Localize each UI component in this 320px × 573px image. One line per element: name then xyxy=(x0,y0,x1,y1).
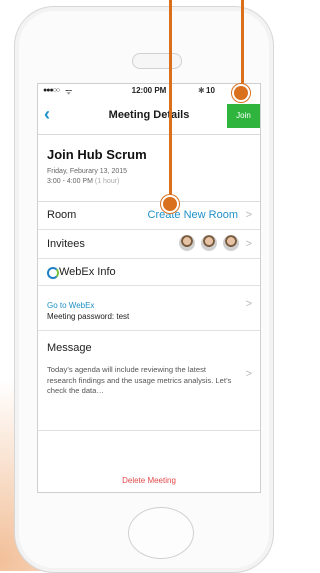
status-time: 12:00 PM xyxy=(131,86,167,95)
invitees-label: Invitees xyxy=(47,238,85,250)
chevron-right-icon: > xyxy=(245,298,252,310)
webex-link[interactable]: Go to WebEx xyxy=(47,301,94,310)
chevron-right-icon: > xyxy=(245,209,252,221)
home-button[interactable] xyxy=(128,507,194,559)
join-button[interactable]: Join xyxy=(227,104,260,128)
message-body: Today’s agenda will include reviewing th… xyxy=(47,365,232,395)
create-room-link[interactable]: Create New Room xyxy=(148,209,238,221)
room-row[interactable]: Room Create New Room > xyxy=(38,201,260,230)
bluetooth-icon: ✱ xyxy=(198,86,205,95)
app-screen: ●●●○○ ᯤ 12:00 PM ✱ 10 ‹ Meeting Details … xyxy=(37,83,261,493)
phone-speaker xyxy=(132,53,182,69)
avatar xyxy=(223,235,239,251)
meeting-date: Friday, Feburary 13, 2015 xyxy=(47,168,128,175)
meeting-summary: Join Hub Scrum Friday, Feburary 13, 2015… xyxy=(38,135,260,202)
meeting-password: Meeting password: test xyxy=(47,312,130,321)
delete-meeting-button[interactable]: Delete Meeting xyxy=(38,476,260,485)
invitees-row[interactable]: Invitees > xyxy=(38,230,260,259)
callout-line xyxy=(241,0,244,88)
webex-icon xyxy=(47,267,59,279)
meeting-title: Join Hub Scrum xyxy=(47,147,147,162)
callout-dot xyxy=(161,195,179,213)
avatar xyxy=(201,235,217,251)
avatar xyxy=(179,235,195,251)
chevron-right-icon: > xyxy=(245,368,252,380)
nav-bar: ‹ Meeting Details Join xyxy=(38,98,260,135)
webex-info-row[interactable]: Go to WebEx Meeting password: test > xyxy=(38,286,260,331)
webex-header-row: WebEx Info xyxy=(38,259,260,286)
message-row[interactable]: Message Today’s agenda will include revi… xyxy=(38,331,260,431)
meeting-time: 3:00 - 4:00 PM (1 hour) xyxy=(47,178,119,185)
status-bar: ●●●○○ ᯤ 12:00 PM ✱ 10 xyxy=(38,84,260,98)
message-label: Message xyxy=(47,342,92,354)
webex-header: WebEx Info xyxy=(59,266,116,278)
callout-line xyxy=(169,0,172,199)
callout-dot xyxy=(232,84,250,102)
chevron-right-icon: > xyxy=(245,238,252,250)
room-label: Room xyxy=(47,209,77,221)
meeting-duration: (1 hour) xyxy=(94,178,120,185)
battery-percent: 10 xyxy=(206,86,215,95)
meeting-time-range: 3:00 - 4:00 PM xyxy=(47,178,93,185)
